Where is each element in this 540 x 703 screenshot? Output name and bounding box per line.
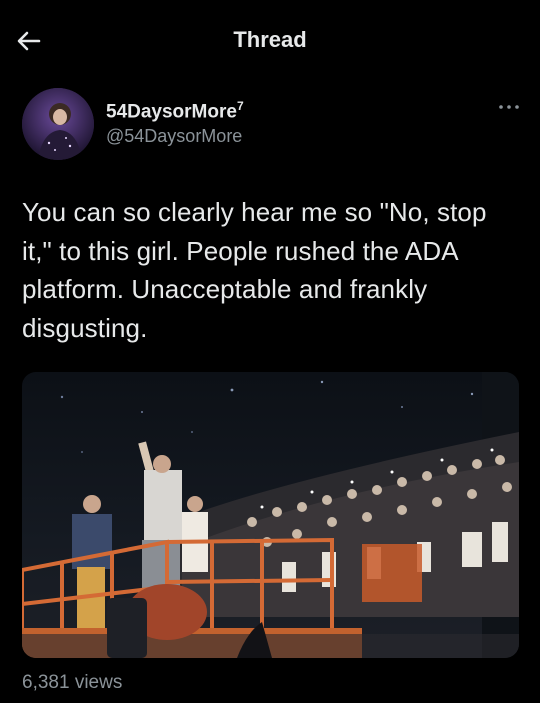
tweet-media-image[interactable]: [22, 372, 519, 658]
page-title: Thread: [233, 27, 307, 52]
avatar[interactable]: [22, 88, 94, 160]
author-name-superscript: 7: [236, 99, 244, 113]
tweet-text: You can so clearly hear me so "No, stop …: [22, 197, 487, 343]
more-horizontal-icon[interactable]: [496, 100, 522, 114]
author-display-name[interactable]: 54DaysorMore7: [106, 99, 244, 123]
thread-header: Thread: [0, 0, 540, 80]
views-count: 6,381 views: [22, 672, 123, 693]
author-name-text: 54DaysorMore: [106, 101, 237, 123]
author-handle[interactable]: @54DaysorMore: [106, 126, 242, 147]
